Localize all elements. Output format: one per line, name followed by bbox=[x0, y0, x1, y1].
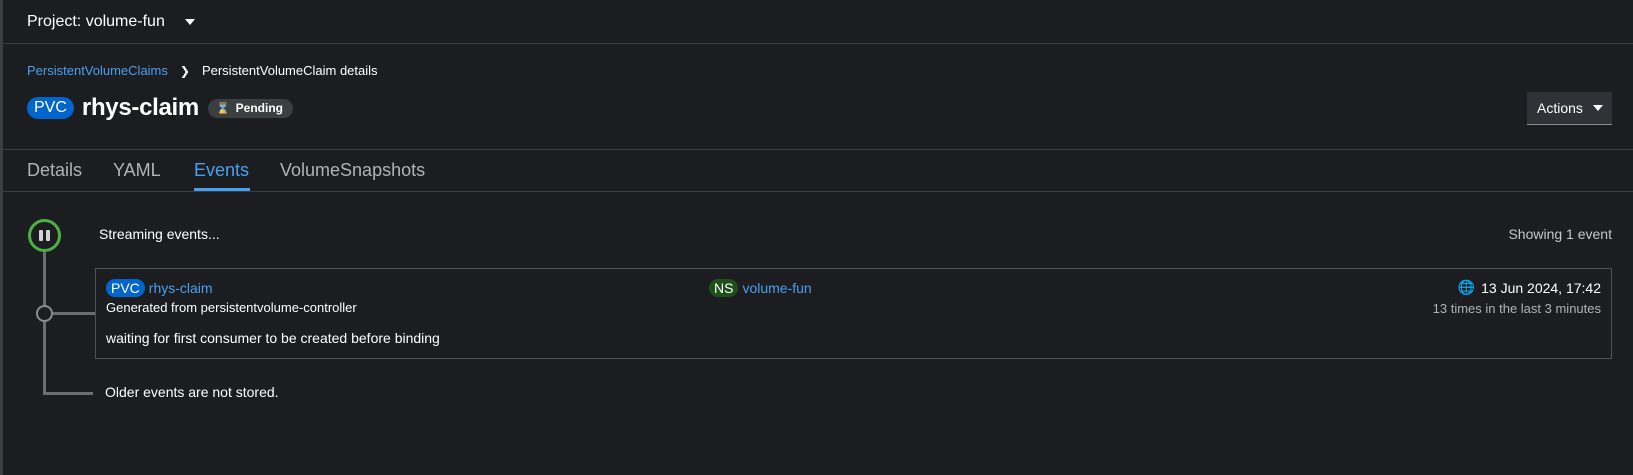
event-message: waiting for first consumer to be created… bbox=[106, 330, 440, 346]
timeline-line bbox=[43, 252, 46, 395]
status-badge: ⌛ Pending bbox=[207, 98, 294, 118]
event-timestamp: 🌐 13 Jun 2024, 17:42 bbox=[1458, 279, 1601, 296]
pause-icon bbox=[39, 230, 43, 241]
project-bar: Project: volume-fun bbox=[3, 0, 1633, 44]
event-namespace-link[interactable]: volume-fun bbox=[742, 280, 811, 296]
event-resource-link[interactable]: rhys-claim bbox=[149, 280, 213, 296]
breadcrumb-link-pvcs[interactable]: PersistentVolumeClaims bbox=[27, 63, 168, 78]
status-label: Pending bbox=[235, 101, 284, 115]
breadcrumb: PersistentVolumeClaims ❯ PersistentVolum… bbox=[27, 63, 378, 78]
page-header: PVC rhys-claim ⌛ Pending bbox=[27, 94, 294, 122]
event-count-summary: Showing 1 event bbox=[1508, 226, 1612, 242]
event-resource: PVC rhys-claim bbox=[106, 279, 213, 297]
actions-dropdown[interactable]: Actions bbox=[1527, 92, 1612, 125]
chevron-right-icon: ❯ bbox=[179, 63, 190, 78]
event-occurrence-count: 13 times in the last 3 minutes bbox=[1432, 301, 1601, 316]
tab-details[interactable]: Details bbox=[27, 160, 82, 181]
timeline-end bbox=[43, 392, 93, 395]
caret-down-icon bbox=[184, 19, 195, 25]
project-label: Project: volume-fun bbox=[27, 13, 165, 30]
older-events-note: Older events are not stored. bbox=[105, 384, 279, 400]
streaming-status: Streaming events... bbox=[99, 226, 220, 242]
pause-stream-button[interactable] bbox=[28, 219, 61, 252]
project-selector[interactable]: Project: volume-fun bbox=[27, 10, 195, 34]
resource-kind-badge: PVC bbox=[27, 97, 74, 119]
resource-kind-badge: PVC bbox=[106, 279, 145, 297]
tab-volumesnapshots[interactable]: VolumeSnapshots bbox=[280, 160, 425, 181]
tab-events[interactable]: Events bbox=[194, 160, 249, 181]
tab-bar: Details YAML Events VolumeSnapshots bbox=[3, 149, 1633, 192]
actions-label: Actions bbox=[1537, 100, 1583, 116]
breadcrumb-current: PersistentVolumeClaim details bbox=[201, 63, 378, 78]
page-title: rhys-claim bbox=[81, 94, 199, 121]
tab-yaml[interactable]: YAML bbox=[113, 160, 161, 181]
timeline-connector bbox=[53, 312, 95, 315]
globe-icon: 🌐 bbox=[1457, 279, 1476, 295]
namespace-badge: NS bbox=[709, 279, 739, 297]
timeline-node bbox=[36, 305, 53, 322]
hourglass-icon: ⌛ bbox=[215, 102, 230, 115]
event-source: Generated from persistentvolume-controll… bbox=[106, 300, 357, 315]
active-tab-indicator bbox=[194, 188, 250, 191]
event-namespace: NS volume-fun bbox=[709, 279, 812, 297]
event-timestamp-text: 13 Jun 2024, 17:42 bbox=[1481, 279, 1601, 296]
caret-down-icon bbox=[1592, 105, 1603, 111]
event-card: PVC rhys-claim NS volume-fun Generated f… bbox=[95, 268, 1612, 359]
